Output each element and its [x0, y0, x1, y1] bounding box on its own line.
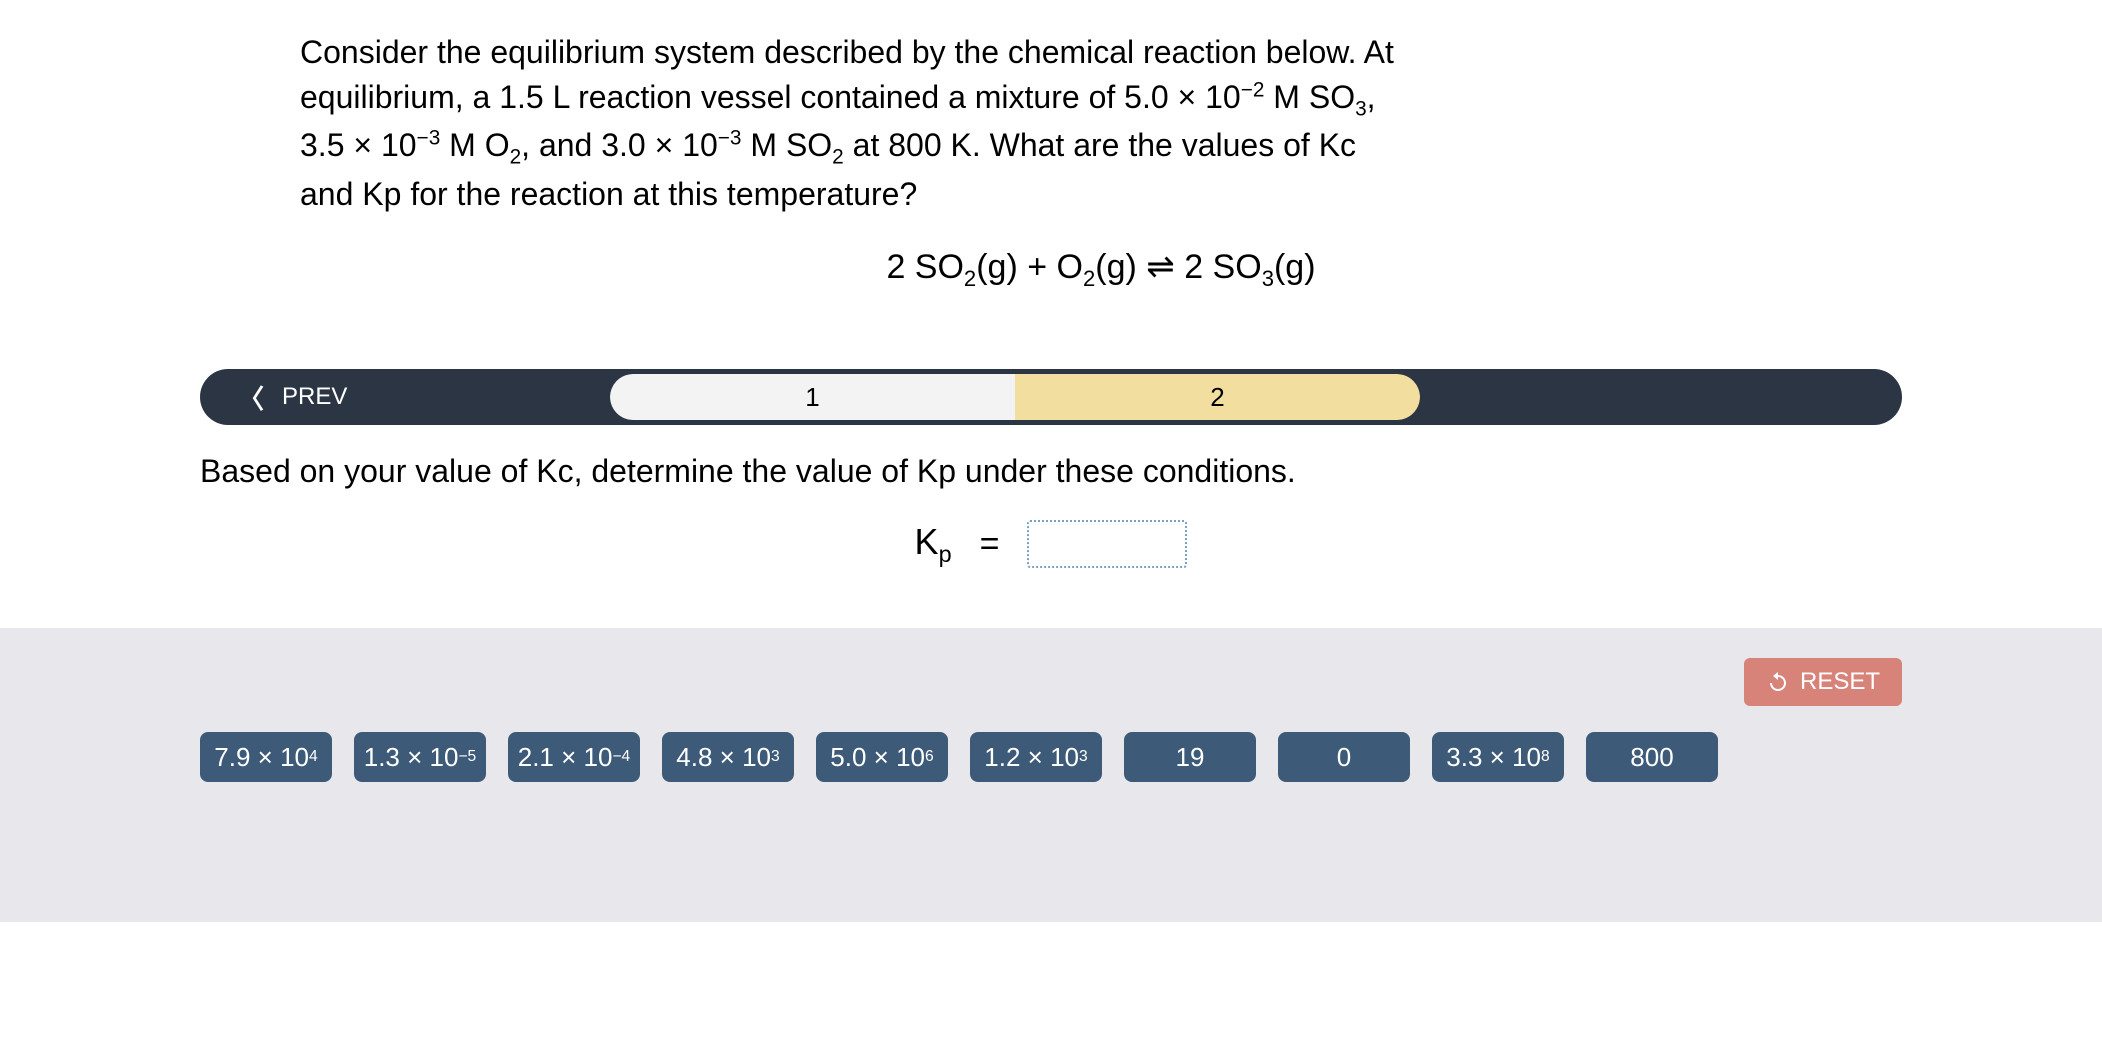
tile-exponent: −4: [612, 748, 630, 766]
prev-button[interactable]: 〈 PREV: [200, 369, 410, 425]
answer-tile-3[interactable]: 4.8 × 103: [662, 732, 794, 782]
reset-icon: [1766, 670, 1790, 694]
step-1[interactable]: 1: [610, 374, 1015, 420]
answer-tile-9[interactable]: 800: [1586, 732, 1718, 782]
tile-base: 5.0 × 10: [830, 742, 925, 773]
kp-answer-row: Kp =: [0, 520, 2102, 568]
step-nav-bar: 〈 PREV 1 2: [200, 369, 1902, 425]
answer-tile-4[interactable]: 5.0 × 106: [816, 732, 948, 782]
answer-tile-6[interactable]: 19: [1124, 732, 1256, 782]
kp-label: Kp: [915, 521, 952, 568]
tile-base: 19: [1176, 742, 1205, 773]
tile-base: 800: [1630, 742, 1673, 773]
tile-exponent: 4: [309, 748, 318, 766]
chevron-left-icon: 〈: [238, 379, 264, 416]
reset-label: RESET: [1800, 668, 1880, 696]
tile-exponent: 3: [1079, 748, 1088, 766]
step-pills: 1 2: [610, 374, 1420, 420]
question-text: Consider the equilibrium system describe…: [300, 30, 1720, 217]
answer-tiles: 7.9 × 1041.3 × 10−52.1 × 10−44.8 × 1035.…: [200, 732, 1902, 782]
tile-base: 3.3 × 10: [1446, 742, 1541, 773]
answer-tile-8[interactable]: 3.3 × 108: [1432, 732, 1564, 782]
step-2[interactable]: 2: [1015, 374, 1420, 420]
reset-button[interactable]: RESET: [1744, 658, 1902, 706]
tile-exponent: 6: [925, 748, 934, 766]
answer-tile-7[interactable]: 0: [1278, 732, 1410, 782]
kp-drop-target[interactable]: [1027, 520, 1187, 568]
chemical-equation: 2 SO2(g) + O2(g) ⇌ 2 SO3(g): [300, 247, 1902, 292]
sub-question-text: Based on your value of Kc, determine the…: [200, 453, 1902, 490]
answer-tile-0[interactable]: 7.9 × 104: [200, 732, 332, 782]
tile-base: 1.3 × 10: [364, 742, 459, 773]
answer-panel: RESET 7.9 × 104 1.3 × 10−5 2.1 × 10−4 4.8 ×…: [0, 628, 2102, 922]
answer-tile-5[interactable]: 1.2 × 103: [970, 732, 1102, 782]
prev-label: PREV: [282, 383, 347, 411]
tile-base: 1.2 × 10: [984, 742, 1079, 773]
tile-base: 2.1 × 10: [518, 742, 613, 773]
tile-exponent: 3: [771, 748, 780, 766]
tile-exponent: 8: [1541, 748, 1550, 766]
tile-base: 4.8 × 10: [676, 742, 771, 773]
tile-base: 0: [1337, 742, 1351, 773]
tile-base: 7.9 × 10: [214, 742, 309, 773]
answer-tile-2[interactable]: 2.1 × 10−4: [508, 732, 640, 782]
tile-exponent: −5: [458, 748, 476, 766]
equals-sign: =: [980, 525, 1000, 564]
answer-tile-1[interactable]: 1.3 × 10−5: [354, 732, 486, 782]
